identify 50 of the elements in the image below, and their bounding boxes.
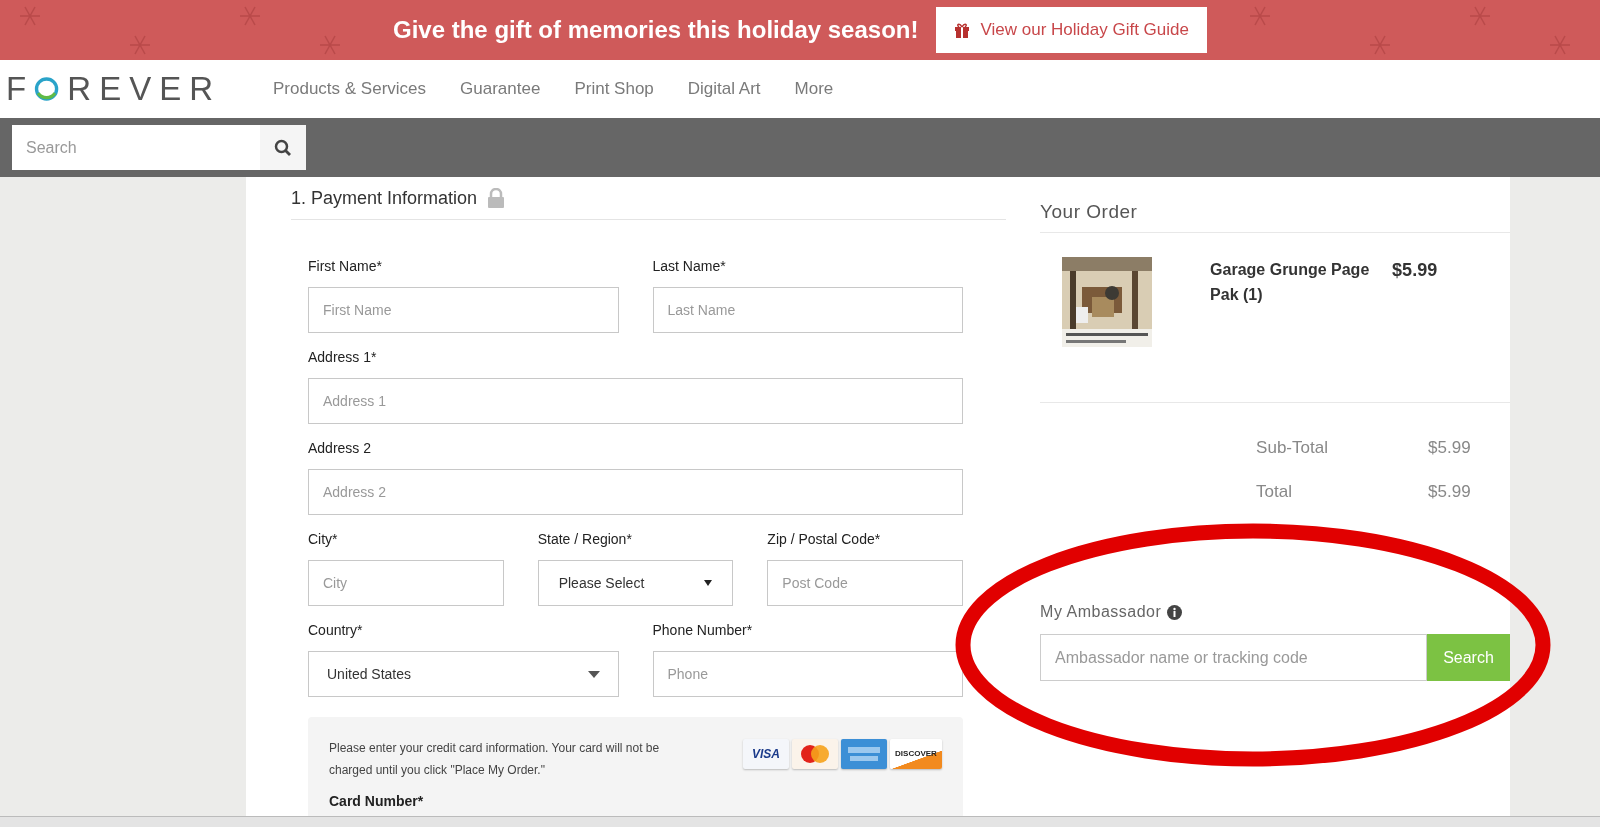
product-name: Garage Grunge Page Pak (1) <box>1210 260 1371 305</box>
forever-logo: F REVER <box>6 69 221 110</box>
field-label: Address 2 <box>308 439 373 458</box>
total-label: Sub-Total <box>1256 437 1329 459</box>
nav-link[interactable]: Digital Art <box>687 76 761 102</box>
gift-guide-button[interactable]: View our Holiday Gift Guide <box>936 7 1207 53</box>
ambassador-field[interactable]: Ambassador name or tracking code <box>1040 634 1427 681</box>
search-button[interactable] <box>260 125 306 170</box>
card-note: Please enter your credit card information. Your card will not be charged until you click "Place My Order." <box>329 740 661 779</box>
input-field[interactable]: Post Code <box>767 560 963 606</box>
amex-logo <box>841 739 887 769</box>
caret-icon <box>587 670 600 678</box>
nav-link[interactable]: Guarantee <box>460 76 541 102</box>
field-label: City* <box>308 530 339 549</box>
nav-link[interactable]: Print Shop <box>574 76 654 102</box>
input-field[interactable]: Phone <box>652 651 963 697</box>
field-label: Address 1* <box>308 348 378 367</box>
field-label: Last Name* <box>652 257 727 276</box>
total-value: $5.99 <box>1428 437 1471 459</box>
input-field[interactable]: Address 1 <box>308 378 963 424</box>
info-icon <box>1167 604 1183 620</box>
total-label: Total <box>1256 480 1294 503</box>
caret-icon <box>704 580 713 586</box>
discover-logo: DISCOVER <box>890 739 942 769</box>
mastercard-logo <box>792 739 838 769</box>
nav-link[interactable]: More <box>794 76 834 102</box>
country-dropdown[interactable]: United States <box>308 651 619 697</box>
input-field[interactable]: Last Name <box>652 287 963 333</box>
field-label: Zip / Postal Code* <box>767 530 882 549</box>
ambassador-label: My Ambassador <box>1040 602 1162 622</box>
field-label: State / Region* <box>537 530 633 549</box>
state-select[interactable]: Please Select <box>537 560 734 606</box>
input-field[interactable]: First Name <box>308 287 619 333</box>
section-heading: 1. Payment Information <box>291 186 478 210</box>
lock-icon <box>487 188 506 208</box>
search-field[interactable]: Search <box>12 125 260 170</box>
field-label: First Name* <box>308 257 383 276</box>
input-field[interactable]: City <box>308 560 504 606</box>
input-field[interactable]: Address 2 <box>308 469 963 515</box>
field-label: Country* <box>308 621 364 640</box>
order-heading: Your Order <box>1040 199 1138 224</box>
total-value: $5.99 <box>1428 480 1471 503</box>
field-label: Card Number* <box>329 792 425 811</box>
visa-logo: VISA <box>743 739 789 769</box>
product-price: $5.99 <box>1392 259 1438 282</box>
gift-icon <box>954 22 971 38</box>
banner-headline: Give the gift of memories this holiday season! <box>393 15 919 45</box>
nav-link[interactable]: Products & Services <box>273 76 427 102</box>
search-icon <box>274 138 292 157</box>
field-label: Phone Number* <box>652 621 754 640</box>
